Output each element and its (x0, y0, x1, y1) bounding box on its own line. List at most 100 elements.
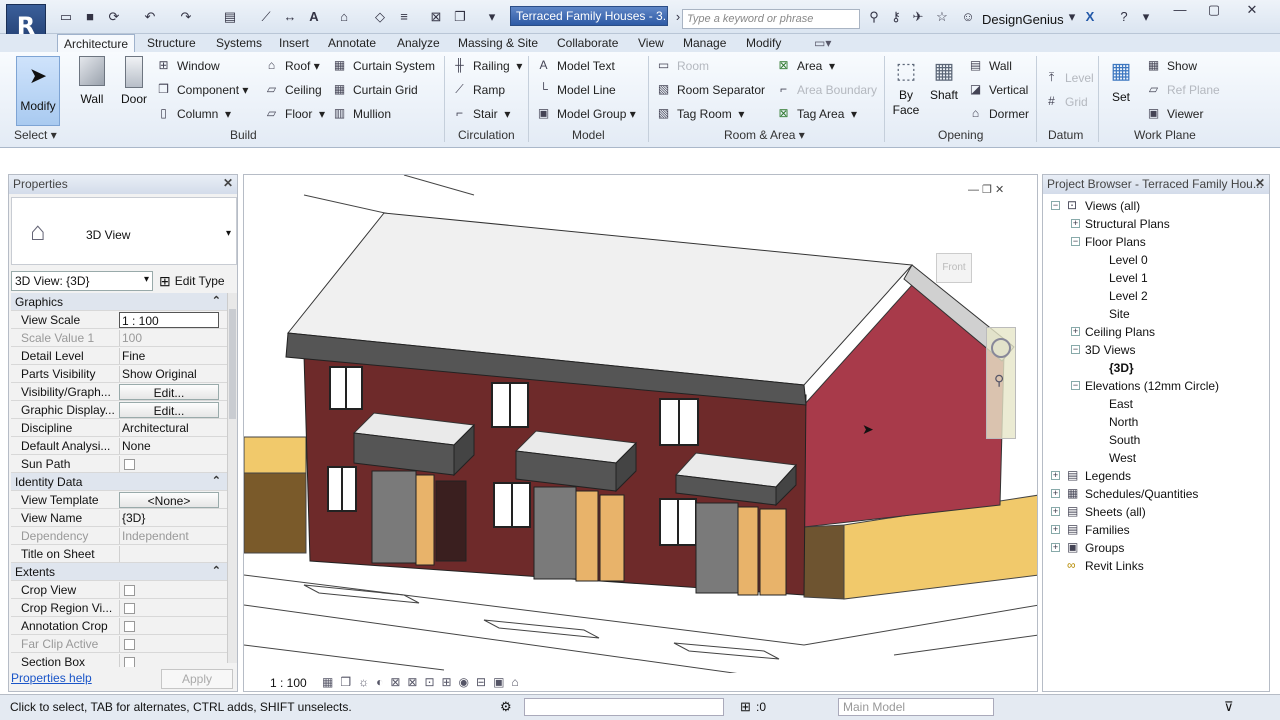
tree-node[interactable]: Revit Links (1085, 559, 1144, 573)
workset-dropdown[interactable] (524, 698, 724, 716)
close-hidden-windows-icon[interactable]: ⊠ (428, 9, 444, 25)
shaft-button[interactable]: ▦ Shaft (928, 58, 960, 102)
tree-node[interactable]: Elevations (12mm Circle) (1085, 379, 1219, 393)
property-value[interactable]: Architectural (119, 420, 219, 436)
model-text-button[interactable]: A Model Text (536, 58, 614, 73)
room-button[interactable]: ▭ Room (656, 58, 709, 73)
area-button[interactable]: ⊠ Area ▾ (776, 58, 835, 73)
tree-expander-icon[interactable]: − (1071, 237, 1080, 246)
mullion-button[interactable]: ▥ Mullion (332, 106, 391, 121)
close-icon[interactable]: ✕ (1244, 2, 1260, 18)
property-checkbox[interactable] (119, 456, 219, 472)
design-option-dropdown[interactable]: Main Model (838, 698, 994, 716)
property-value[interactable] (119, 546, 219, 562)
navigation-bar[interactable]: ⚲ (986, 327, 1016, 439)
property-checkbox[interactable] (119, 654, 219, 667)
collapse-group-icon[interactable]: ⌃ (212, 474, 221, 487)
tree-node[interactable]: Level 2 (1109, 289, 1148, 303)
zoom-icon[interactable]: ⚲ (994, 372, 1008, 389)
search-input[interactable]: Type a keyword or phrase (682, 9, 860, 29)
binoculars-icon[interactable]: ⚲ (866, 9, 882, 25)
property-group-header[interactable]: Extents ⌃ (11, 563, 227, 581)
tag-room-button[interactable]: ▧ Tag Room ▾ (656, 106, 745, 121)
save-icon[interactable]: ■ (82, 9, 98, 25)
maximize-icon[interactable]: ▢ (1206, 2, 1222, 18)
open-icon[interactable]: ▭ (58, 9, 74, 25)
tree-node[interactable]: {3D} (1109, 361, 1134, 375)
property-row[interactable]: Default Analysi... None (11, 437, 227, 455)
tag-area-button[interactable]: ⊠ Tag Area ▾ (776, 106, 857, 121)
property-row[interactable]: View Template <None> (11, 491, 227, 509)
tree-expander-icon[interactable]: + (1051, 489, 1060, 498)
property-value[interactable]: Independent (119, 528, 219, 544)
instance-selector[interactable]: 3D View: {3D} ▾ (11, 271, 153, 291)
ramp-button[interactable]: ⟋ Ramp (452, 82, 505, 97)
curtain-system-button[interactable]: ▦ Curtain System (332, 58, 435, 73)
worksets-icon[interactable]: ⚙ (500, 699, 512, 715)
switch-windows-icon[interactable]: ❐ (452, 9, 468, 25)
tab-structure[interactable]: Structure (147, 34, 196, 52)
modify-button[interactable]: ➤ Modify (16, 56, 60, 126)
property-row[interactable]: Visibility/Graph... Edit... (11, 383, 227, 401)
tree-node[interactable]: Ceiling Plans (1085, 325, 1155, 339)
subscription-icon[interactable]: ⚷ (888, 9, 904, 25)
property-row[interactable]: Far Clip Active (11, 635, 227, 653)
door-button[interactable]: Door (116, 56, 152, 106)
redo-icon[interactable]: ↷ (178, 9, 194, 25)
help-icon[interactable]: ? (1116, 9, 1132, 25)
tree-expander-icon[interactable]: − (1071, 381, 1080, 390)
property-value[interactable]: None (119, 438, 219, 454)
property-checkbox[interactable] (119, 582, 219, 598)
checkbox[interactable] (124, 585, 135, 596)
room-separator-button[interactable]: ▧ Room Separator (656, 82, 765, 97)
ceiling-button[interactable]: ▱ Ceiling (264, 82, 322, 97)
property-row[interactable]: Discipline Architectural (11, 419, 227, 437)
steering-wheel-icon[interactable] (991, 338, 1011, 358)
tree-node[interactable]: North (1109, 415, 1138, 429)
collapse-group-icon[interactable]: ⌃ (212, 294, 221, 307)
help-dropdown-icon[interactable]: ▾ (1138, 9, 1154, 25)
tree-node[interactable]: Schedules/Quantities (1085, 487, 1198, 501)
close-browser-icon[interactable]: ✕ (1255, 176, 1265, 190)
property-group-header[interactable]: Identity Data ⌃ (11, 473, 227, 491)
sync-icon[interactable]: ⟳ (106, 9, 122, 25)
property-row[interactable]: View Name {3D} (11, 509, 227, 527)
tree-node[interactable]: Legends (1085, 469, 1131, 483)
property-row[interactable]: Detail Level Fine (11, 347, 227, 365)
railing-button[interactable]: ╫ Railing ▾ (452, 58, 522, 73)
property-edit-button[interactable]: <None> (119, 492, 219, 508)
tree-expander-icon[interactable]: + (1051, 543, 1060, 552)
user-name[interactable]: DesignGenius (982, 12, 1064, 27)
aligned-dimension-icon[interactable]: ↔ (282, 9, 298, 25)
show-work-plane-button[interactable]: ▦ Show (1146, 58, 1197, 73)
collapse-group-icon[interactable]: ⌃ (212, 564, 221, 577)
edit-type-button[interactable]: ⊞ Edit Type (159, 271, 225, 291)
component-button[interactable]: ❒ Component ▾ (156, 82, 248, 97)
text-icon[interactable]: A (306, 9, 322, 25)
column-button[interactable]: ▯ Column ▾ (156, 106, 231, 121)
tab-architecture[interactable]: Architecture (57, 34, 136, 52)
tab-systems[interactable]: Systems (216, 34, 262, 52)
property-value[interactable]: {3D} (119, 510, 219, 526)
property-row[interactable]: Dependency Independent (11, 527, 227, 545)
room-area-panel-dropdown[interactable]: Room & Area ▾ (724, 128, 805, 142)
viewer-button[interactable]: ▣ Viewer (1146, 106, 1204, 121)
property-value[interactable]: 100 (119, 330, 219, 346)
property-row[interactable]: Annotation Crop (11, 617, 227, 635)
tree-node[interactable]: Structural Plans (1085, 217, 1170, 231)
tree-node[interactable]: Families (1085, 523, 1130, 537)
tab-collaborate[interactable]: Collaborate (557, 34, 618, 52)
tree-expander-icon[interactable]: + (1051, 525, 1060, 534)
3d-view-icon[interactable]: ⌂ (336, 9, 352, 25)
tree-expander-icon[interactable]: + (1071, 327, 1080, 336)
type-selector[interactable]: ⌂ 3D View ▾ (11, 197, 237, 265)
property-edit-button[interactable]: Edit... (119, 384, 219, 400)
window-button[interactable]: ⊞ Window (156, 58, 219, 73)
user-icon[interactable]: ☺ (960, 9, 976, 25)
tab-manage[interactable]: Manage (683, 34, 726, 52)
property-row[interactable]: Title on Sheet (11, 545, 227, 563)
property-value[interactable]: 1 : 100 (119, 312, 219, 328)
ref-plane-button[interactable]: ▱ Ref Plane (1146, 82, 1220, 97)
checkbox[interactable] (124, 621, 135, 632)
checkbox[interactable] (124, 639, 135, 650)
